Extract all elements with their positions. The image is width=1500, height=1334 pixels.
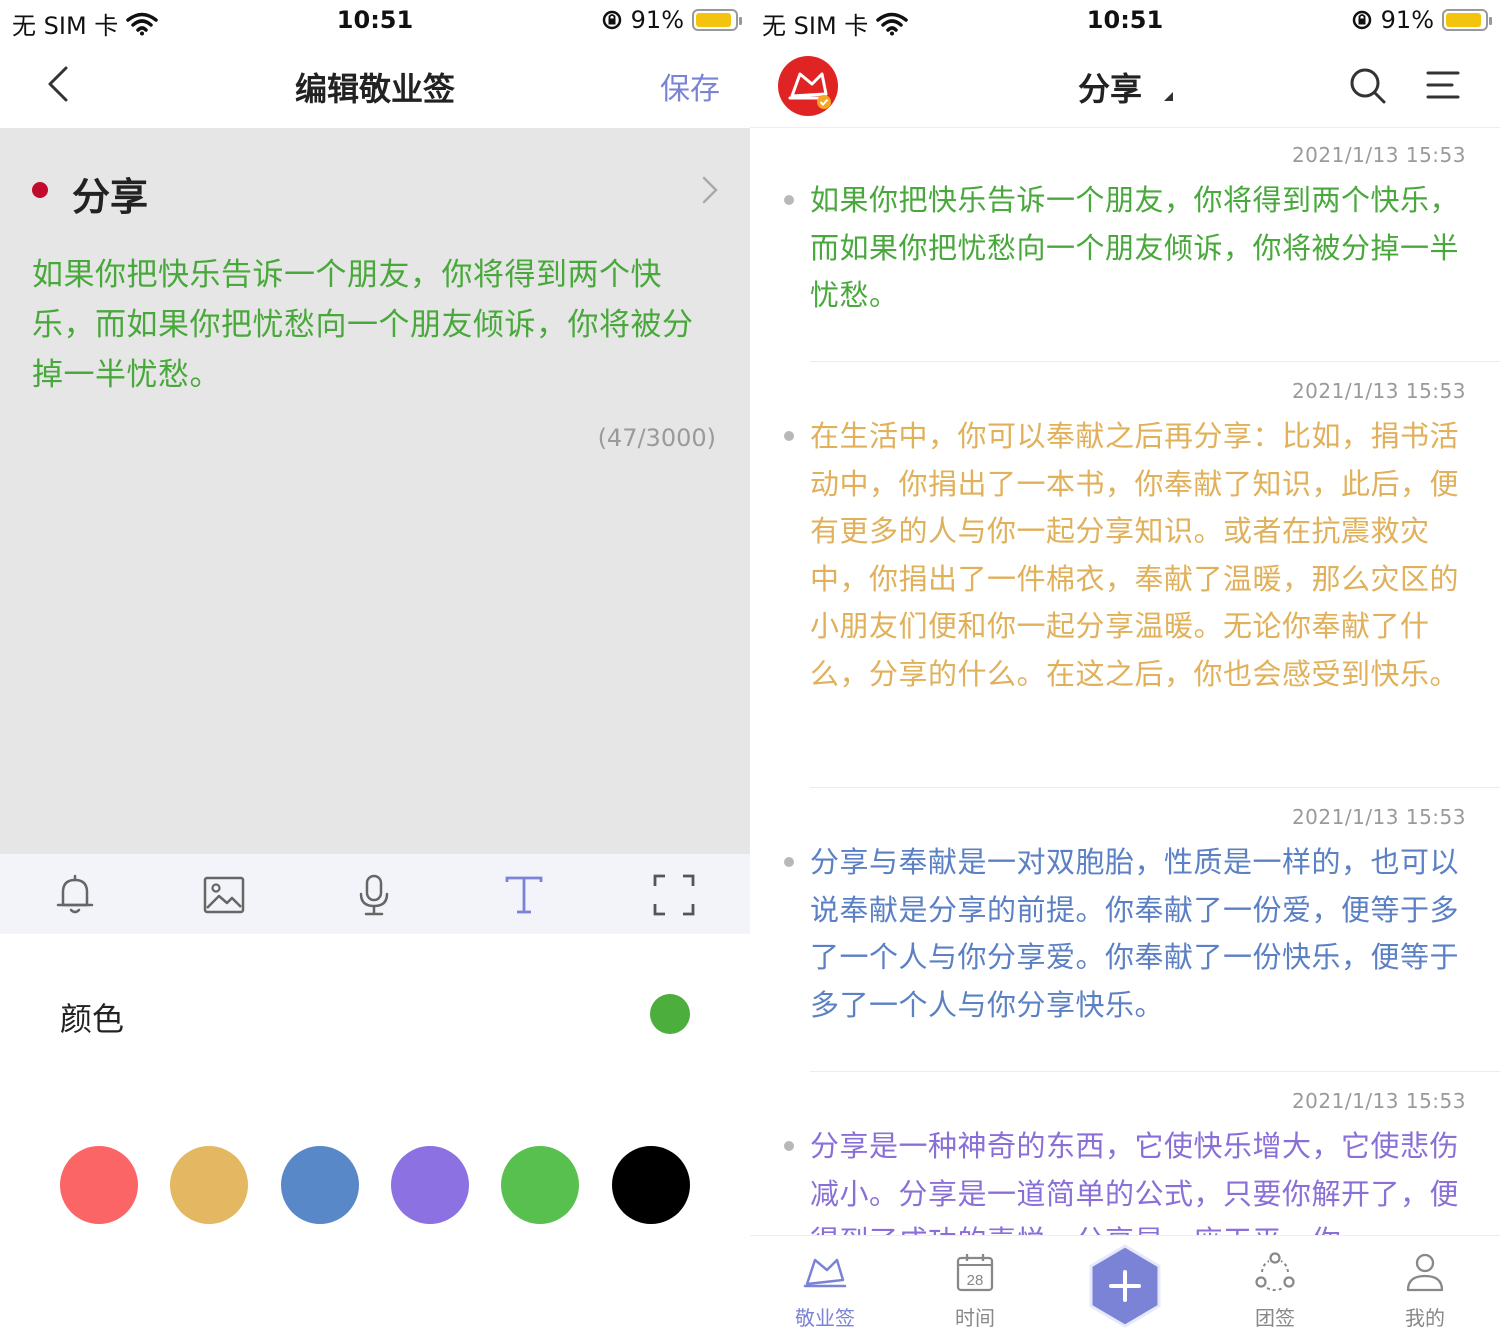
battery-level <box>1446 13 1481 27</box>
color-swatch-purple[interactable] <box>391 1146 469 1224</box>
color-swatches <box>0 1146 750 1226</box>
editor-toolbar <box>0 854 750 934</box>
color-swatch-black[interactable] <box>612 1146 690 1224</box>
bottom-tab-bar: 敬业签 28 时间 团签 我的 <box>750 1235 1500 1334</box>
list-nav-bar: 分享 <box>750 42 1500 128</box>
page-title: 编辑敬业签 <box>294 70 455 108</box>
orientation-lock-icon <box>602 10 621 30</box>
note-text: 如果你把快乐告诉一个朋友，你将得到两个快乐，而如果你把忧愁向一个朋友倾诉，你将被… <box>810 183 1460 312</box>
note-bullet <box>784 1141 794 1151</box>
note-timestamp: 2021/1/13 15:53 <box>1291 1089 1466 1113</box>
note-list-screen: 无 SIM 卡 10:51 91% 分享 2021/1/13 15:53 如果你… <box>750 0 1500 1334</box>
tab-profile[interactable]: 我的 <box>1350 1236 1500 1334</box>
bell-icon[interactable] <box>50 870 100 920</box>
note-bullet <box>784 431 794 441</box>
add-note-button[interactable] <box>1087 1244 1163 1328</box>
selected-color-indicator <box>650 994 690 1034</box>
search-icon[interactable] <box>1348 66 1388 106</box>
note-timestamp: 2021/1/13 15:53 <box>1291 143 1466 167</box>
microphone-icon[interactable] <box>349 870 399 920</box>
text-format-icon[interactable] <box>499 870 549 920</box>
note-divider <box>810 361 1500 362</box>
orientation-lock-icon <box>1352 10 1371 30</box>
note-text: 在生活中，你可以奉献之后再分享：比如，捐书活动中，你捐出了一本书，你奉献了知识，… <box>810 419 1460 691</box>
status-right-group: 91% <box>601 6 742 34</box>
color-swatch-yellow[interactable] <box>170 1146 248 1224</box>
menu-icon[interactable] <box>1426 68 1460 102</box>
tab-label: 时间 <box>955 1306 995 1330</box>
note-divider <box>810 787 1500 788</box>
note-text: 分享与奉献是一对双胞胎，性质是一样的，也可以说奉献是分享的前提。你奉献了一份爱，… <box>810 845 1460 1022</box>
color-swatch-green[interactable] <box>501 1146 579 1224</box>
notes-icon <box>803 1258 847 1288</box>
character-counter: (47/3000) <box>597 424 716 452</box>
note-divider <box>810 1071 1500 1072</box>
calendar-day: 28 <box>967 1272 984 1289</box>
battery-percent: 91% <box>630 6 684 34</box>
tab-team[interactable]: 团签 <box>1200 1236 1350 1334</box>
note-content-textarea[interactable]: 如果你把快乐告诉一个朋友，你将得到两个快乐，而如果你把忧愁向一个朋友倾诉，你将被… <box>32 250 722 400</box>
category-name: 分享 <box>72 175 149 219</box>
color-swatch-blue[interactable] <box>281 1146 359 1224</box>
battery-icon <box>692 9 742 31</box>
category-selector[interactable]: 分享 <box>0 164 750 220</box>
note-timestamp: 2021/1/13 15:53 <box>1291 805 1466 829</box>
color-setting-row[interactable]: 颜色 <box>0 990 750 1040</box>
note-text: 分享是一种神奇的东西，它使快乐增大，它使悲伤减小。分享是一道简单的公式，只要你解… <box>810 1129 1460 1235</box>
note-bullet <box>784 857 794 867</box>
tab-label: 我的 <box>1405 1306 1445 1330</box>
tab-notes[interactable]: 敬业签 <box>750 1236 900 1334</box>
fullscreen-icon[interactable] <box>649 870 699 920</box>
dropdown-triangle-icon[interactable] <box>1164 92 1173 101</box>
team-icon <box>1255 1252 1295 1291</box>
calendar-icon: 28 <box>956 1254 994 1292</box>
color-swatch-red[interactable] <box>60 1146 138 1224</box>
tab-label: 敬业签 <box>795 1306 855 1330</box>
profile-icon <box>1406 1253 1444 1292</box>
tab-time[interactable]: 28 时间 <box>900 1236 1050 1334</box>
battery-level <box>696 13 731 27</box>
editor-nav-bar: 编辑敬业签 保存 <box>0 42 750 128</box>
save-button[interactable]: 保存 <box>660 64 720 108</box>
note-editor: 分享 如果你把快乐告诉一个朋友，你将得到两个快乐，而如果你把忧愁向一个朋友倾诉，… <box>0 128 750 854</box>
status-bar: 无 SIM 卡 10:51 91% <box>750 0 1500 42</box>
chevron-right-icon <box>702 176 718 204</box>
note-feed[interactable]: 2021/1/13 15:53 如果你把快乐告诉一个朋友，你将得到两个快乐，而如… <box>750 129 1500 1235</box>
status-right-group: 91% <box>1351 6 1492 34</box>
image-icon[interactable] <box>199 870 249 920</box>
note-bullet <box>784 195 794 205</box>
status-bar: 无 SIM 卡 10:51 91% <box>0 0 750 42</box>
battery-percent: 91% <box>1380 6 1434 34</box>
note-timestamp: 2021/1/13 15:53 <box>1291 379 1466 403</box>
color-label: 颜色 <box>60 1000 125 1038</box>
battery-icon <box>1442 9 1492 31</box>
category-color-dot <box>32 182 48 198</box>
tab-label: 团签 <box>1255 1306 1295 1330</box>
edit-note-screen: 无 SIM 卡 10:51 91% 编辑敬业签 保存 分享 如果你把快乐告诉一个… <box>0 0 750 1334</box>
